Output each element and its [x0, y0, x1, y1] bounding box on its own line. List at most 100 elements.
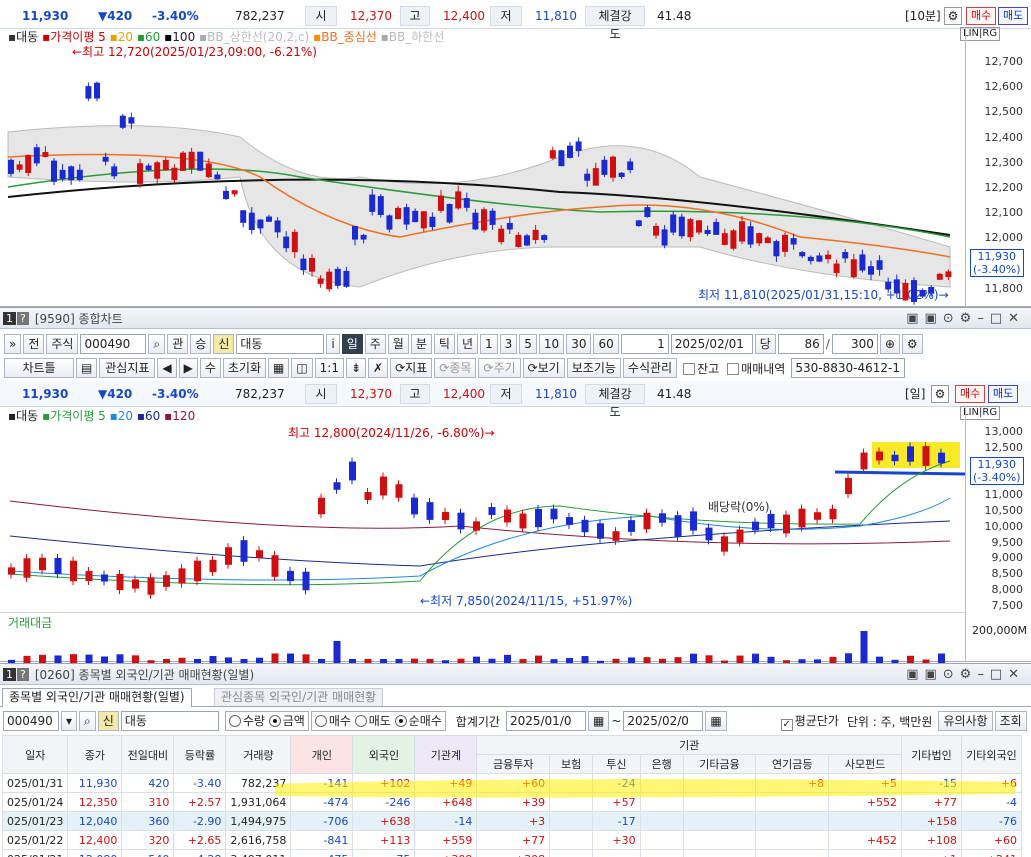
- save-icon[interactable]: ▤: [76, 358, 98, 378]
- chart-frame-button[interactable]: 차트틀: [4, 358, 74, 378]
- daily-candle-chart[interactable]: [0, 426, 965, 612]
- interval-3-button[interactable]: 3: [499, 334, 518, 354]
- col-fin-invest[interactable]: 금융투자: [476, 754, 551, 774]
- period-year-button[interactable]: 년: [456, 334, 478, 354]
- avg-price-checkbox[interactable]: ✓ 평균단가: [780, 712, 839, 731]
- daily-buy-button[interactable]: 매수: [955, 384, 986, 403]
- col-change[interactable]: 전일대비: [121, 735, 175, 774]
- cross-icon[interactable]: ✗: [368, 358, 389, 378]
- pin-icon[interactable]: ⇟: [345, 358, 367, 378]
- col-pef[interactable]: 사모펀드: [828, 754, 902, 774]
- trade-history-checkbox[interactable]: 매매내역: [727, 360, 785, 377]
- help-icon-2[interactable]: ?: [17, 667, 29, 681]
- col-pension[interactable]: 연기금등: [755, 754, 830, 774]
- view-button[interactable]: ⟳보기: [522, 358, 565, 378]
- col-other-fin[interactable]: 기타금융: [682, 754, 757, 774]
- table-row[interactable]: 025/01/23 12,040 360 -2.90 1,494,975 -706 +638…: [2, 811, 1022, 831]
- next-icon[interactable]: ▶: [178, 358, 198, 378]
- toolbar-settings-icon[interactable]: ⚙: [901, 334, 923, 354]
- flow-code-input[interactable]: 000490: [3, 711, 59, 731]
- ratio-icon[interactable]: 1:1: [314, 358, 344, 378]
- qty-radio[interactable]: 수량: [228, 714, 265, 728]
- period-tick-button[interactable]: 틱: [433, 334, 455, 354]
- col-other-corp[interactable]: 기타법인: [901, 735, 962, 774]
- flow-dropdown-icon[interactable]: ▾: [61, 711, 78, 731]
- window2-controls[interactable]: ▣▣⊙⚙–□✕: [906, 667, 1025, 682]
- col-insurance[interactable]: 보험: [549, 754, 594, 774]
- daily-sell-button[interactable]: 매도: [988, 384, 1019, 403]
- col-trust[interactable]: 투신: [592, 754, 641, 774]
- period-minute-button[interactable]: 분: [410, 334, 432, 354]
- help-icon[interactable]: ?: [17, 311, 29, 325]
- buy-radio[interactable]: 매수: [314, 714, 351, 728]
- amt-radio[interactable]: 금액: [268, 714, 305, 728]
- intraday-candle-chart[interactable]: [0, 47, 965, 307]
- notice-button[interactable]: 유의사항: [938, 711, 993, 731]
- sell-radio[interactable]: 매도: [354, 714, 391, 728]
- col-bank[interactable]: 은행: [639, 754, 684, 774]
- aux-function-button[interactable]: 보조기능: [566, 358, 621, 378]
- to-date-input[interactable]: 2025/02/0: [623, 711, 704, 731]
- tab-stock-flow[interactable]: 종목별 외국인/기관 매매현황(일별): [2, 688, 192, 707]
- indicator-add-button[interactable]: ⟳지표: [390, 358, 433, 378]
- col-foreign[interactable]: 외국인: [352, 735, 416, 774]
- search-icon[interactable]: ⌕: [148, 334, 166, 354]
- account-select[interactable]: 530-8830-4612-1: [791, 358, 906, 378]
- from-date-input[interactable]: 2025/01/0: [505, 711, 586, 731]
- flow-search-icon[interactable]: ⌕: [79, 711, 96, 731]
- nav-button[interactable]: »: [4, 334, 22, 354]
- prev-icon[interactable]: ◀: [157, 358, 177, 378]
- balance-checkbox[interactable]: 잔고: [683, 360, 719, 377]
- period-month-button[interactable]: 월: [387, 334, 409, 354]
- table-row[interactable]: 025/01/24 12,350 310 +2.57 1,931,064 -474 -246…: [2, 792, 1022, 812]
- period-add-button[interactable]: ⟳주기: [478, 358, 521, 378]
- count-input[interactable]: 1: [620, 334, 669, 354]
- indicator-button[interactable]: 관심지표: [99, 358, 156, 378]
- interval-10-button[interactable]: 10: [538, 334, 565, 354]
- stock-code-input[interactable]: 000490: [80, 334, 147, 354]
- interval-1-button[interactable]: 1: [479, 334, 498, 354]
- info-button[interactable]: i: [326, 334, 340, 354]
- table-row[interactable]: 025/01/2112,080540-4.283,497,011-475-75+…: [2, 849, 1022, 857]
- dang-button[interactable]: 당: [754, 334, 776, 354]
- table-row[interactable]: 025/01/22 12,400 320 +2.65 2,616,758 -841 +113…: [2, 830, 1022, 850]
- period-week-button[interactable]: 주: [364, 334, 386, 354]
- interval-5-button[interactable]: 5: [519, 334, 537, 354]
- col-individual[interactable]: 개인: [290, 735, 354, 774]
- daily-settings-icon[interactable]: ⚙: [931, 384, 949, 403]
- window-controls[interactable]: ▣▣⊙⚙–□✕: [906, 311, 1025, 326]
- net-radio[interactable]: 순매수: [394, 714, 442, 728]
- stock-name-field[interactable]: 대동: [236, 334, 325, 354]
- gwan-button[interactable]: 관: [167, 334, 189, 354]
- col-other-foreign[interactable]: 기타외국인: [961, 735, 1022, 774]
- tab-watchlist-flow[interactable]: 관심종목 외국인/기관 매매현황: [214, 688, 384, 706]
- col-close[interactable]: 종가: [67, 735, 123, 774]
- interval-30-button[interactable]: 30: [566, 334, 592, 354]
- interval-60-button[interactable]: 60: [593, 334, 619, 354]
- layout-icon[interactable]: ◫: [291, 358, 313, 378]
- formula-button[interactable]: 수식관리: [622, 358, 678, 378]
- su-button[interactable]: 수: [199, 358, 221, 378]
- sell-button[interactable]: 매도: [998, 6, 1029, 25]
- max-count-input[interactable]: 300: [831, 334, 878, 354]
- jeon-button[interactable]: 전: [23, 334, 45, 354]
- col-institution[interactable]: 기관계: [414, 735, 478, 774]
- to-calendar-icon[interactable]: ▦: [705, 711, 727, 731]
- init-button[interactable]: 초기화: [222, 358, 266, 378]
- period-day-button[interactable]: 일: [341, 334, 363, 354]
- zoom-icon[interactable]: ⊕: [879, 334, 900, 354]
- from-calendar-icon[interactable]: ▦: [587, 711, 610, 731]
- buy-button[interactable]: 매수: [966, 6, 997, 25]
- settings-icon[interactable]: ⚙: [944, 6, 962, 25]
- stock-add-button[interactable]: ⟳종목: [434, 358, 477, 378]
- query-button[interactable]: 조회: [994, 711, 1027, 731]
- stock-type-select[interactable]: 주식: [46, 334, 79, 354]
- date-input[interactable]: 2025/02/01: [670, 334, 753, 354]
- display-count-input[interactable]: 86: [777, 334, 824, 354]
- seung-button[interactable]: 승: [190, 334, 212, 354]
- col-date[interactable]: 일자: [2, 735, 69, 774]
- grid-icon[interactable]: ▦: [267, 358, 290, 378]
- col-pct[interactable]: 등락률: [173, 735, 227, 774]
- table-row[interactable]: 025/01/31 11,930 420 -3.40 782,237 -141 +102 +4…: [2, 773, 1022, 793]
- col-volume[interactable]: 거래량: [225, 735, 292, 774]
